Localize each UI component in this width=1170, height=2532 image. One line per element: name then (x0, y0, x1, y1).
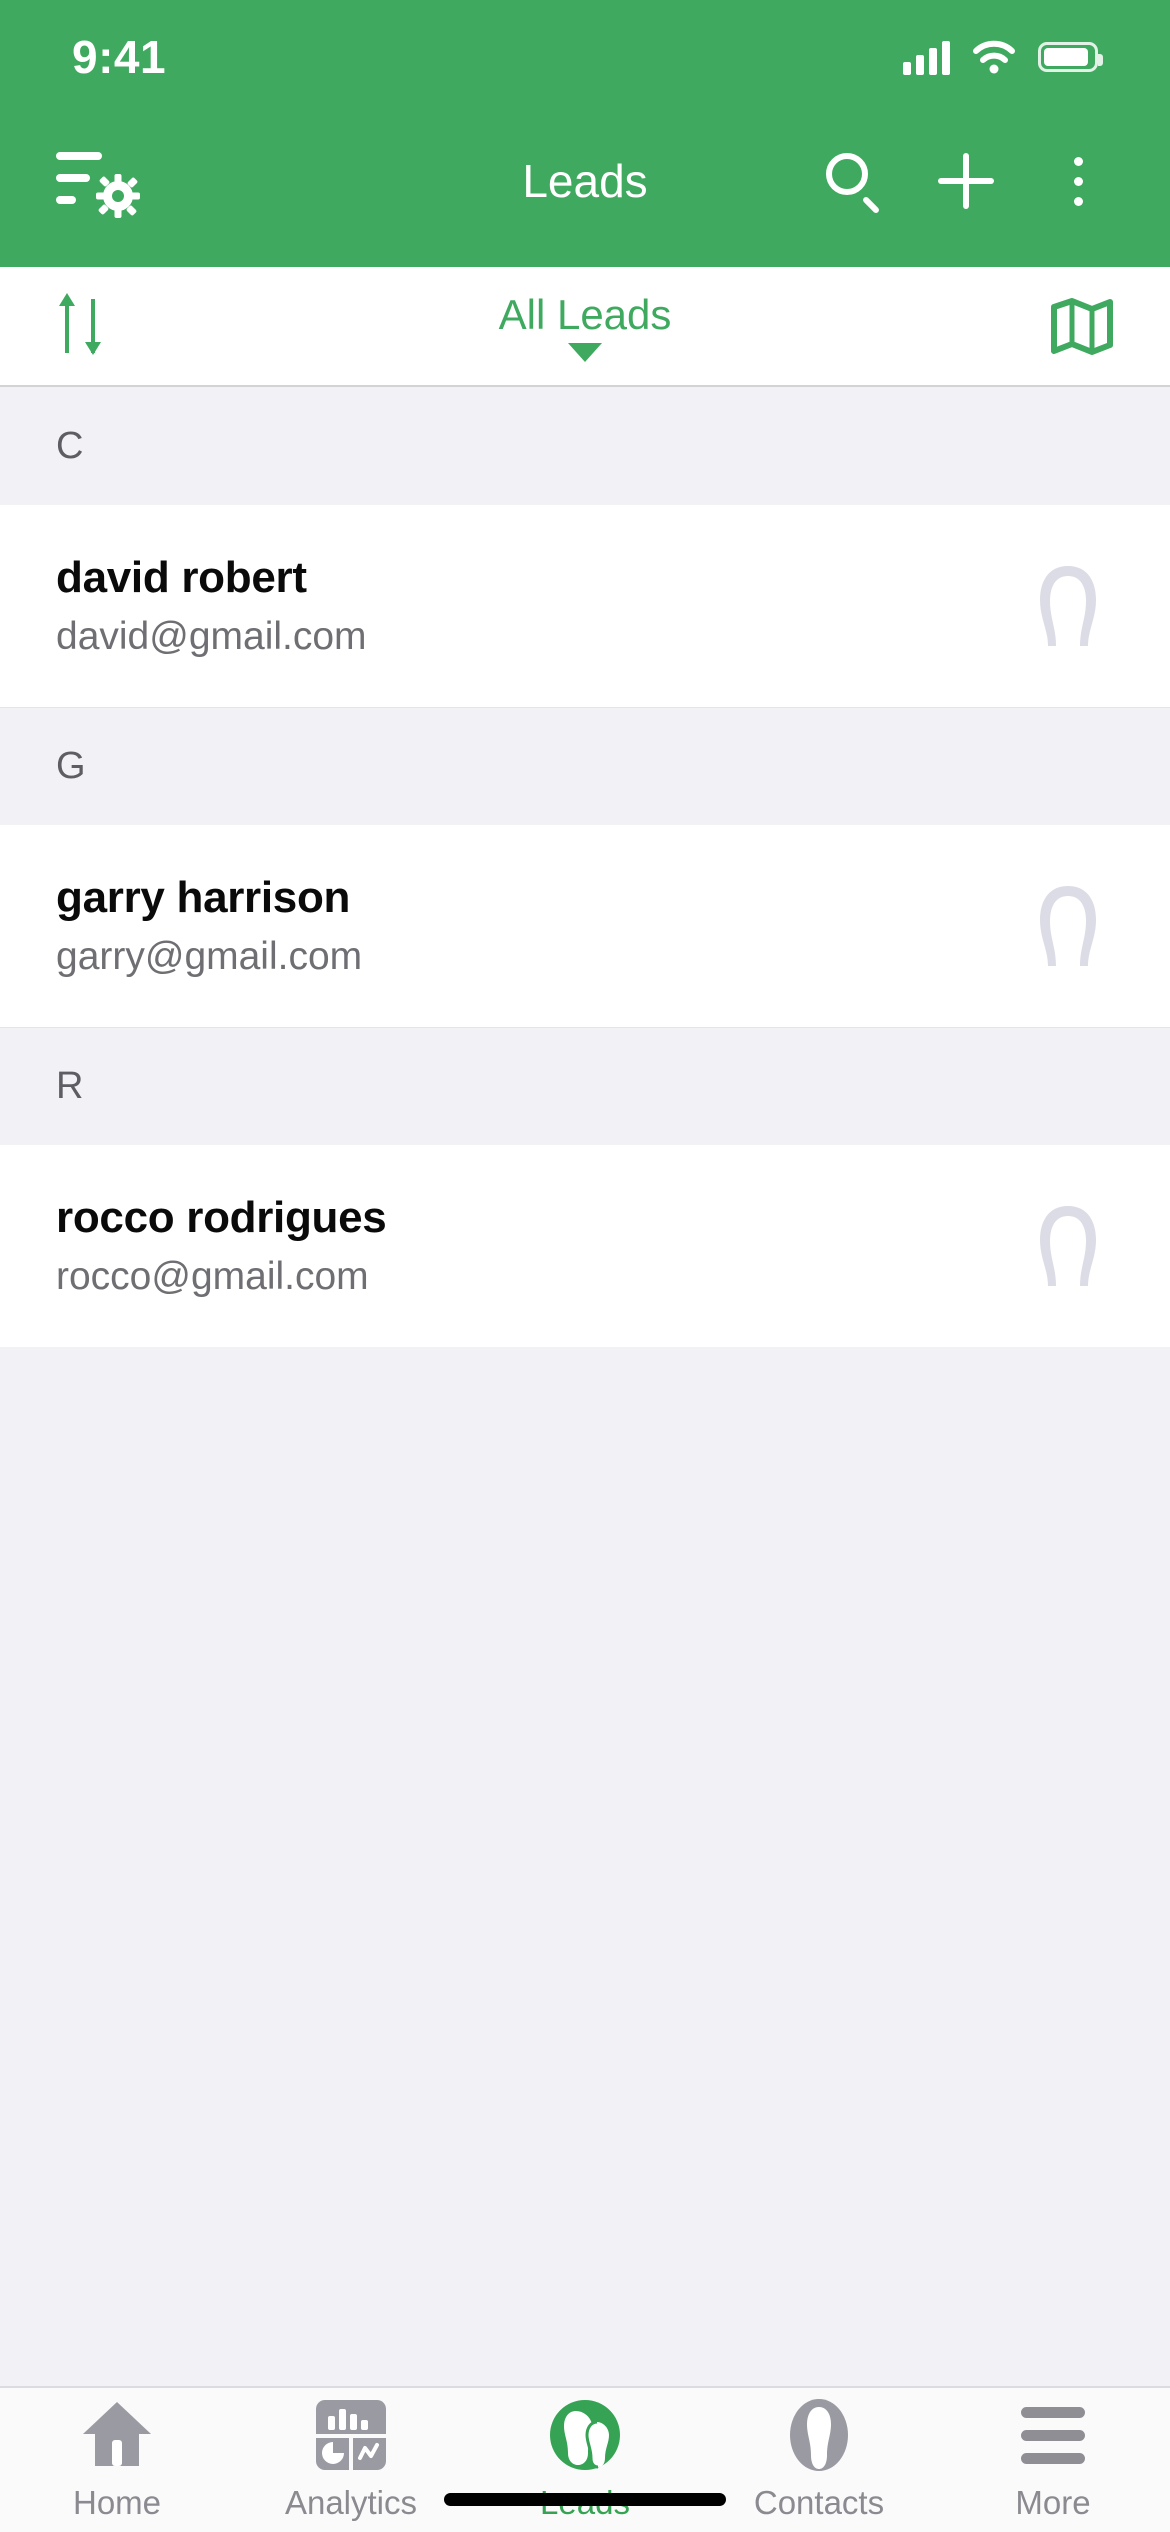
home-indicator (444, 2493, 726, 2506)
lead-info: garry harrison garry@gmail.com (56, 873, 362, 979)
phone-screen: 9:41 Leads All Leads C david robert davi… (0, 0, 1170, 2532)
view-selector-label: All Leads (498, 290, 672, 338)
avatar (1018, 556, 1118, 656)
map-icon (1051, 298, 1113, 355)
analytics-icon (316, 2398, 386, 2472)
lead-list-item[interactable]: david robert david@gmail.com (0, 505, 1170, 1207)
add-icon (938, 153, 994, 209)
leads-list[interactable]: C david robert david@gmail.com G garry h… (0, 387, 1170, 2386)
filter-settings-icon (56, 148, 140, 218)
map-view-button[interactable] (1050, 297, 1114, 355)
lead-email: david@gmail.com (56, 615, 367, 658)
app-header: 9:41 Leads (0, 0, 1170, 267)
avatar (1018, 1196, 1118, 1296)
filter-settings-button[interactable] (56, 148, 166, 218)
section-header: R (0, 1027, 1170, 1145)
filter-bar: All Leads (0, 267, 1170, 387)
section-header: G (0, 707, 1170, 825)
search-icon (826, 153, 882, 215)
lead-name: garry harrison (56, 873, 351, 922)
lead-list-item[interactable]: garry harrison garry@gmail.com (0, 825, 1170, 1027)
cellular-signal-icon (903, 39, 950, 75)
lead-list-item[interactable]: rocco rodrigues rocco@gmail.com (0, 1145, 1170, 1347)
tab-analytics[interactable]: Analytics (234, 2398, 468, 2522)
tab-more[interactable]: More (936, 2398, 1170, 2522)
navigation-bar: Leads (0, 95, 1170, 267)
lead-info: rocco rodrigues rocco@gmail.com (56, 1193, 387, 1299)
overflow-menu-icon (1070, 156, 1086, 206)
overflow-menu-button[interactable] (1042, 145, 1114, 217)
wifi-icon (972, 40, 1016, 74)
chevron-down-icon (568, 342, 602, 362)
search-button[interactable] (818, 145, 890, 217)
status-bar-indicators (903, 39, 1103, 75)
tab-label: Analytics (284, 2484, 418, 2521)
add-lead-button[interactable] (930, 145, 1002, 217)
lead-email: rocco@gmail.com (56, 1255, 369, 1298)
tab-contacts[interactable]: Contacts (702, 2398, 936, 2522)
tab-label: Contacts (753, 2484, 885, 2521)
lead-name: david robert (56, 553, 307, 602)
tab-label: Home (72, 2484, 162, 2521)
lead-info: david robert david@gmail.com (56, 553, 367, 659)
header-actions (818, 145, 1114, 217)
menu-icon (1021, 2406, 1085, 2464)
bottom-tab-bar: Home Analytics Contacts More (0, 2386, 1170, 2532)
contacts-icon (788, 2398, 850, 2472)
tab-home[interactable]: Home (0, 2398, 234, 2522)
section-header: C (0, 387, 1170, 505)
status-bar-clock: 9:41 (72, 30, 167, 83)
leads-icon (547, 2398, 623, 2472)
battery-icon (1038, 41, 1103, 72)
view-selector[interactable]: All Leads (0, 267, 1170, 385)
status-bar: 9:41 (0, 0, 1170, 95)
lead-email: garry@gmail.com (56, 935, 363, 978)
tab-label: More (1015, 2484, 1091, 2521)
lead-name: rocco rodrigues (56, 1193, 387, 1242)
avatar (1018, 876, 1118, 976)
home-icon (81, 2398, 153, 2472)
